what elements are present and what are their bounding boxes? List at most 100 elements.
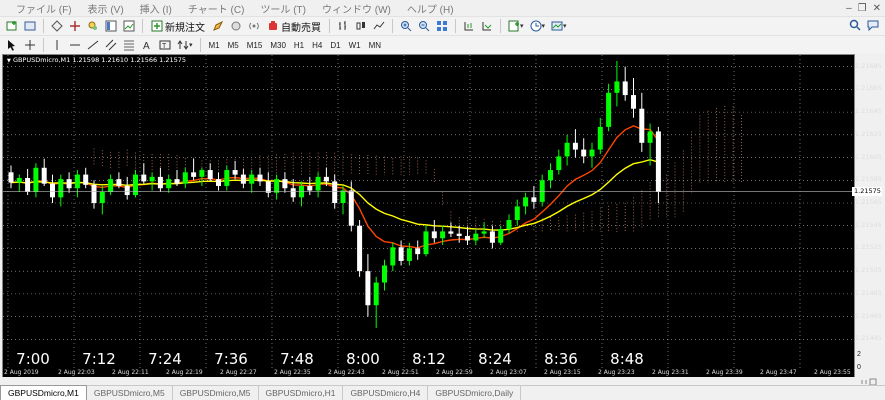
candle-body xyxy=(365,271,371,306)
tab-gbpusd-h1[interactable]: GBPUSDmicro,H1 xyxy=(259,386,344,400)
zoom-in-icon[interactable] xyxy=(398,18,414,34)
arrows-icon[interactable]: ▾ xyxy=(175,37,195,53)
candle-body xyxy=(647,131,653,143)
candle-body xyxy=(149,176,155,182)
candle-body xyxy=(58,179,64,198)
candle-body xyxy=(240,174,246,184)
horizontal-line-icon[interactable] xyxy=(67,37,83,53)
svg-text:T: T xyxy=(162,43,167,50)
menu-window[interactable]: ウィンドウ (W) xyxy=(314,1,399,16)
zoom-out-icon[interactable] xyxy=(416,18,432,34)
search-icon[interactable] xyxy=(849,19,861,31)
candle-body xyxy=(282,179,288,189)
line-chart-icon[interactable] xyxy=(371,18,387,34)
candle-body xyxy=(91,184,97,203)
new-order-button[interactable]: 新規注文 xyxy=(148,18,208,34)
radio-signal-icon[interactable] xyxy=(246,18,262,34)
horizontal-scrollbar[interactable] xyxy=(0,377,885,386)
timeframe-m30[interactable]: M30 xyxy=(267,37,289,53)
candlestick-icon[interactable] xyxy=(353,18,369,34)
menu-tools[interactable]: ツール (T) xyxy=(252,1,314,16)
minimize-icon[interactable]: – xyxy=(846,3,852,14)
candle-body xyxy=(655,131,661,192)
menu-file[interactable]: ファイル (F) xyxy=(0,1,80,16)
candle-body xyxy=(564,142,570,157)
candle-body xyxy=(481,231,487,234)
tab-gbpusd-m1[interactable]: GBPUSDmicro,M1 xyxy=(0,385,87,400)
time-annotation-label: 8:48 xyxy=(610,350,644,368)
text-icon[interactable]: A xyxy=(139,37,155,53)
symbol-info: ▼ GBPUSDmicro,M1 1.21598 1.21610 1.21566… xyxy=(7,56,187,64)
price-tick-label: 1.21445 xyxy=(855,334,882,343)
candle-body xyxy=(448,231,454,234)
timeframe-h4[interactable]: H4 xyxy=(309,37,325,53)
tab-gbpusd-m5[interactable]: GBPUSDmicro,M5 xyxy=(87,386,173,400)
timeframe-mn[interactable]: MN xyxy=(366,37,384,53)
time-annotation-label: 7:24 xyxy=(148,350,182,368)
chart-window[interactable]: ▼ GBPUSDmicro,M1 1.21598 1.21610 1.21566… xyxy=(2,54,855,381)
indicators-button[interactable]: ▾ xyxy=(506,18,526,34)
timeframe-m5[interactable]: M5 xyxy=(225,37,242,53)
tab-gbpusd-m5-2[interactable]: GBPUSDmicro,M5 xyxy=(173,386,259,400)
date-tick-label: 2 Aug 23:47 xyxy=(760,369,797,376)
close-icon[interactable]: ✕ xyxy=(873,3,881,14)
templates-button[interactable]: ▾ xyxy=(549,18,569,34)
menu-chart[interactable]: チャート (C) xyxy=(180,1,253,16)
market-watch-icon[interactable] xyxy=(49,18,65,34)
date-tick-label: 2 Aug 23:31 xyxy=(652,369,689,376)
restore-icon[interactable]: ❐ xyxy=(858,3,867,14)
profiles-button[interactable] xyxy=(22,18,38,34)
new-chart-button[interactable] xyxy=(4,18,20,34)
channel-icon[interactable] xyxy=(103,37,119,53)
price-tick-label: 1.21565 xyxy=(855,198,882,206)
menu-view[interactable]: 表示 (V) xyxy=(80,1,132,16)
time-annotations: 7:00 7:12 7:24 7:36 7:48 8:00 8:12 8:24 8:36 8:48 xyxy=(3,350,853,368)
tab-gbpusd-daily[interactable]: GBPUSDmicro,Daily xyxy=(428,386,522,400)
price-tick-label: 1.21525 xyxy=(855,243,882,252)
candle-body xyxy=(539,180,545,202)
autotrading-button[interactable]: 自動売買 xyxy=(264,18,324,34)
timeframe-d1[interactable]: D1 xyxy=(327,37,343,53)
toolbar-divider xyxy=(142,19,143,33)
candle-body xyxy=(16,178,22,183)
menu-insert[interactable]: 挿入 (I) xyxy=(132,1,180,16)
fibonacci-icon[interactable] xyxy=(121,37,137,53)
timeframe-h1[interactable]: H1 xyxy=(291,37,307,53)
trendline-icon[interactable] xyxy=(85,37,101,53)
data-window-icon[interactable] xyxy=(67,18,83,34)
metaeditor-icon[interactable] xyxy=(210,18,226,34)
strategy-tester-icon[interactable] xyxy=(121,18,137,34)
date-tick-label: 2 Aug 22:27 xyxy=(220,369,257,376)
tab-gbpusd-h4[interactable]: GBPUSDmicro,H4 xyxy=(343,386,429,400)
timeframe-w1[interactable]: W1 xyxy=(346,37,364,53)
candle-body xyxy=(83,174,89,185)
terminal-icon[interactable] xyxy=(103,18,119,34)
menu-help[interactable]: ヘルプ (H) xyxy=(399,1,462,16)
timeframe-m15[interactable]: M15 xyxy=(244,37,266,53)
timeframe-m1[interactable]: M1 xyxy=(206,37,223,53)
signals-icon[interactable] xyxy=(228,18,244,34)
time-annotation-label: 7:36 xyxy=(214,350,248,368)
crosshair-icon[interactable] xyxy=(22,37,38,53)
price-tick-label: 1.21645 xyxy=(855,107,882,116)
candle-body xyxy=(340,190,346,203)
vertical-line-icon[interactable] xyxy=(49,37,65,53)
candle-body xyxy=(207,170,213,180)
periods-button[interactable]: ▾ xyxy=(528,18,548,34)
autoscroll-icon[interactable] xyxy=(479,18,495,34)
toolbar-divider xyxy=(500,19,501,33)
candle-body xyxy=(199,170,205,177)
bar-chart-icon[interactable] xyxy=(335,18,351,34)
cursor-icon[interactable] xyxy=(4,37,20,53)
candle-body xyxy=(249,174,255,184)
candle-body xyxy=(548,170,553,181)
candle-body xyxy=(25,178,31,192)
price-chart[interactable] xyxy=(3,55,854,380)
candle-body xyxy=(572,142,578,150)
navigator-icon[interactable] xyxy=(85,18,101,34)
chart-shift-icon[interactable] xyxy=(461,18,477,34)
tile-windows-icon[interactable] xyxy=(434,18,450,34)
candle-body xyxy=(191,172,197,177)
label-icon[interactable]: T xyxy=(157,37,173,53)
chat-icon[interactable] xyxy=(867,19,879,31)
